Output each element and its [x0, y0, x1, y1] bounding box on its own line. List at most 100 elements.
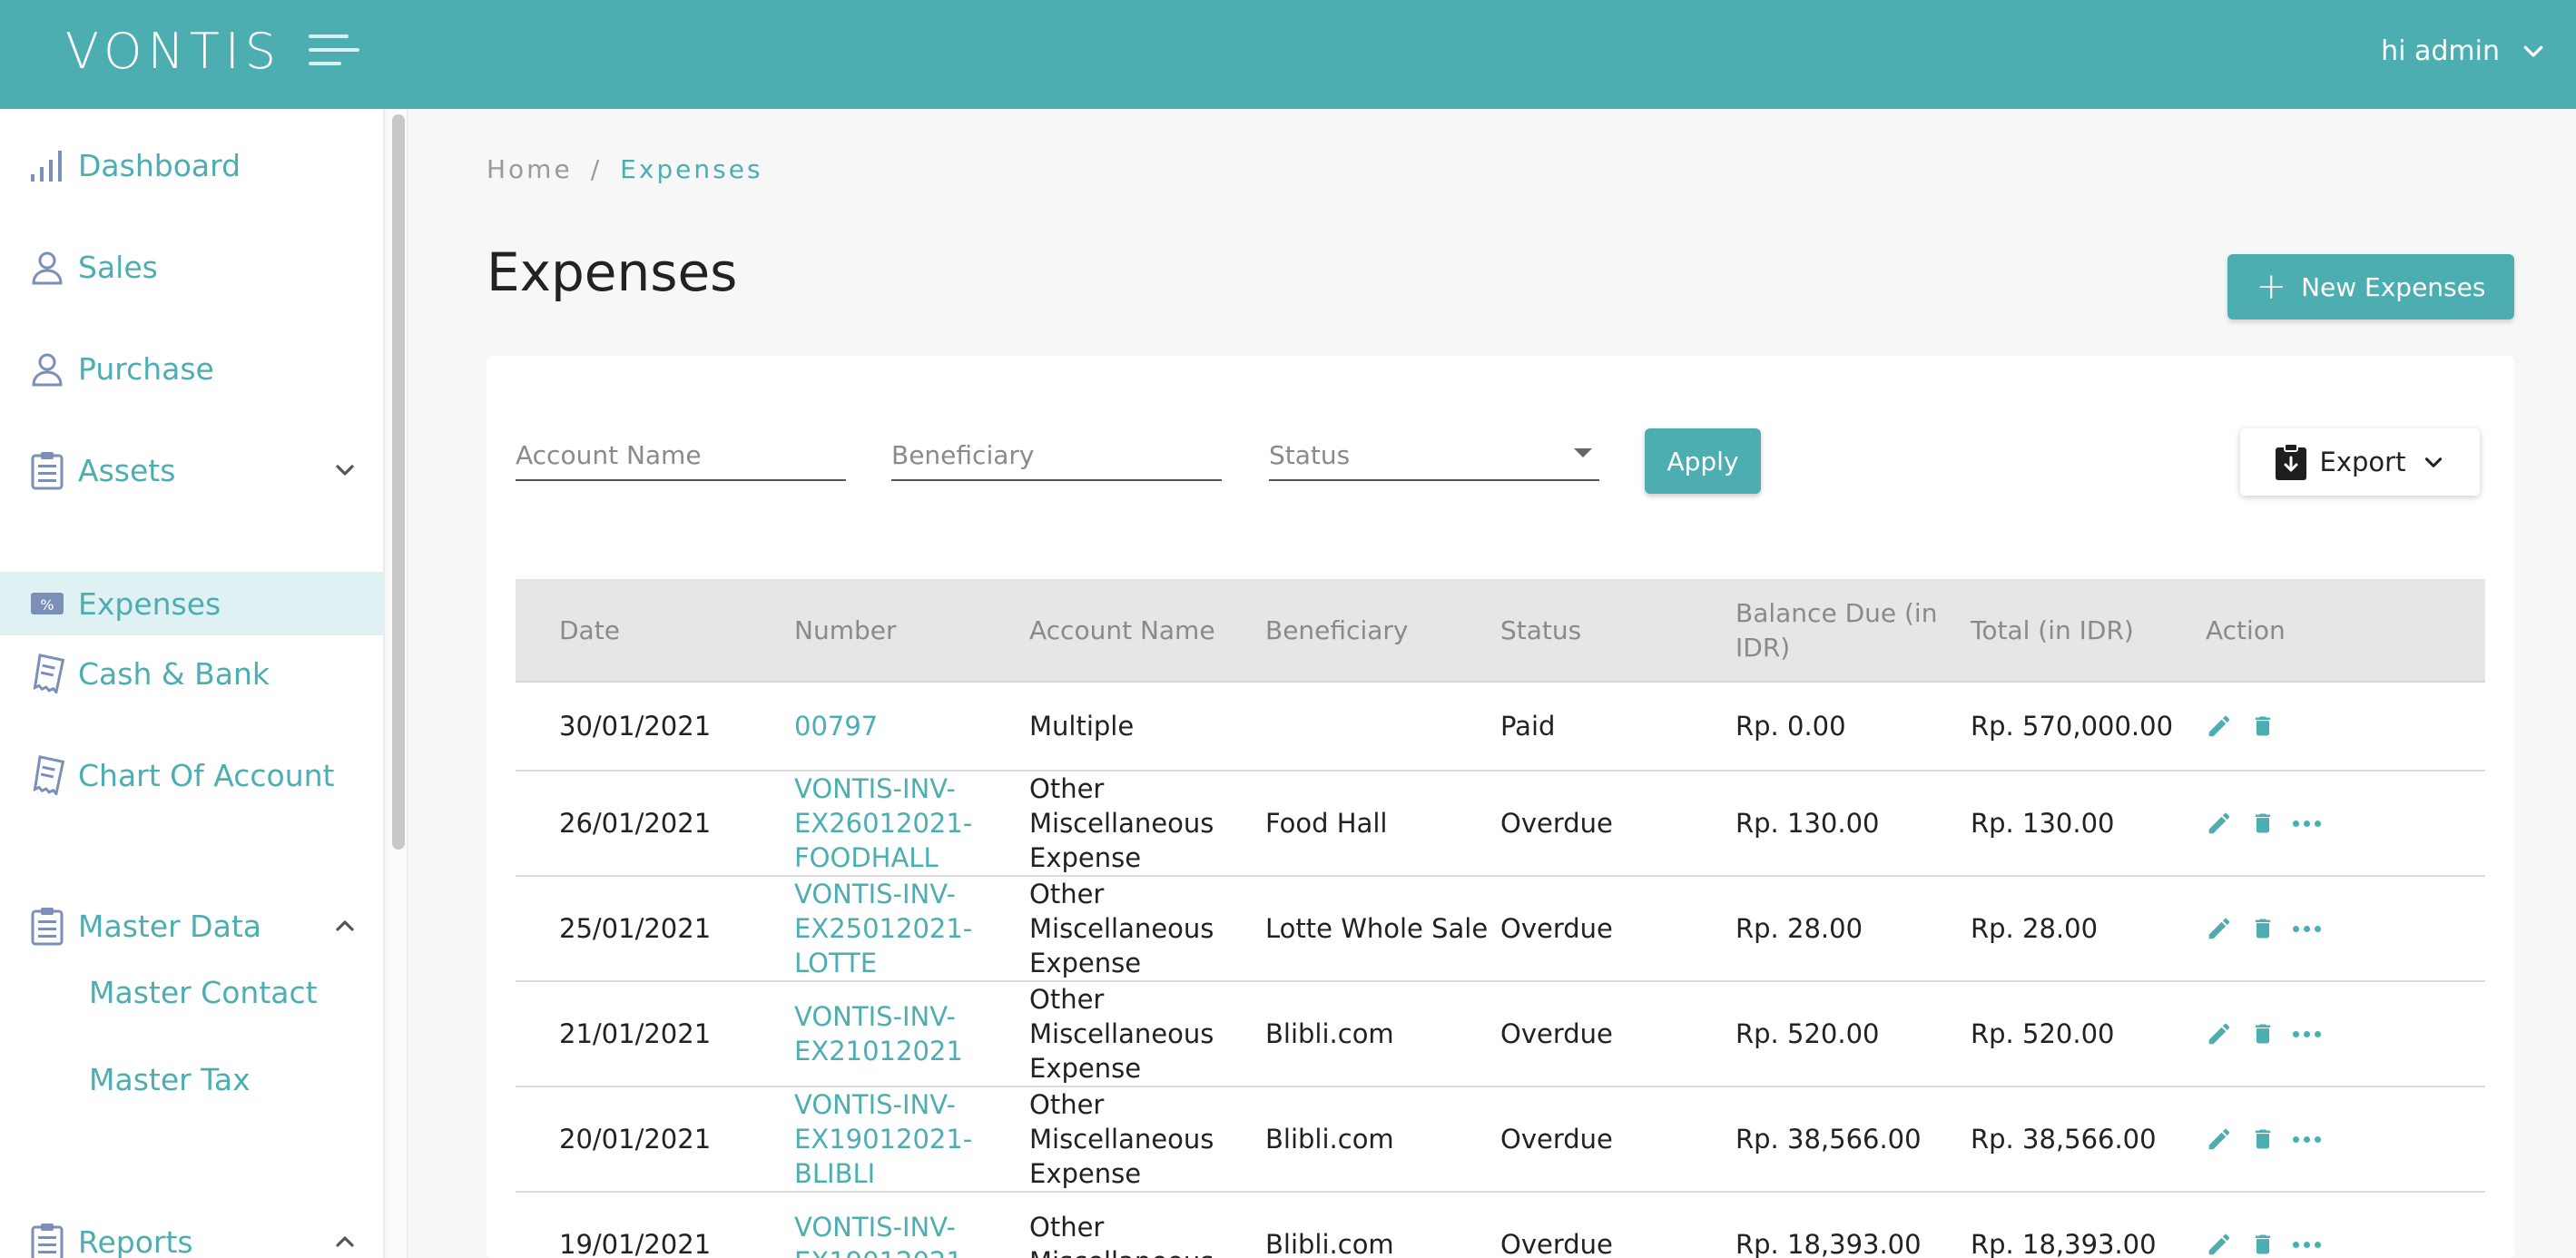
- column-header-total[interactable]: Total (in IDR): [1971, 579, 2134, 683]
- cell-date: 26/01/2021: [559, 808, 712, 839]
- beneficiary-placeholder: Beneficiary: [891, 439, 1035, 470]
- chevron-up-icon: [336, 1236, 354, 1247]
- cell-number[interactable]: 00797: [794, 683, 976, 770]
- menu-toggle-icon[interactable]: [309, 34, 359, 71]
- edit-icon[interactable]: [2206, 1229, 2233, 1258]
- cell-number[interactable]: VONTIS-INV-EX19012021-BLIBLI: [794, 1087, 976, 1191]
- table-row[interactable]: 19/01/2021 VONTIS-INV-EX19012021- Other Mi…: [516, 1193, 2485, 1258]
- cell-date: 30/01/2021: [559, 711, 712, 742]
- sidebar-scrollbar-thumb[interactable]: [392, 114, 405, 850]
- edit-icon[interactable]: [2206, 913, 2233, 944]
- chevron-up-icon: [336, 920, 354, 931]
- cell-beneficiary: [1265, 683, 1492, 770]
- user-menu[interactable]: hi admin: [2381, 31, 2547, 71]
- column-header-status[interactable]: Status: [1500, 579, 1581, 683]
- table-row[interactable]: 20/01/2021 VONTIS-INV-EX19012021-BLIBLI Ot…: [516, 1087, 2485, 1193]
- status-placeholder: Status: [1269, 439, 1351, 470]
- export-button[interactable]: Export: [2240, 428, 2480, 496]
- cell-account-name: Other Miscellaneous: [1029, 1212, 1214, 1258]
- row-actions: [2206, 1087, 2321, 1191]
- sidebar-item-sales[interactable]: Sales: [0, 231, 383, 303]
- breadcrumb-home[interactable]: Home: [487, 154, 573, 184]
- cell-beneficiary: Blibli.com: [1265, 1229, 1394, 1258]
- sidebar-item-purchase[interactable]: Purchase: [0, 332, 383, 405]
- column-header-beneficiary[interactable]: Beneficiary: [1265, 579, 1408, 683]
- sidebar-item-assets[interactable]: Assets: [0, 434, 383, 506]
- cell-status: Overdue: [1500, 808, 1613, 839]
- sidebar-item-expenses[interactable]: % Expenses: [0, 572, 383, 635]
- edit-icon[interactable]: [2206, 808, 2233, 839]
- cell-account-name: Other Miscellaneous Expense: [1029, 984, 1214, 1084]
- account-name-placeholder: Account Name: [516, 439, 702, 470]
- sidebar-item-label: Assets: [78, 452, 176, 488]
- cell-account-name: Multiple: [1029, 711, 1135, 742]
- sidebar-item-cash-bank[interactable]: Cash & Bank: [0, 637, 383, 710]
- column-header-date[interactable]: Date: [559, 579, 620, 683]
- table-row[interactable]: 25/01/2021 VONTIS-INV-EX25012021-LOTTE Oth…: [516, 877, 2485, 982]
- cell-balance-due: Rp. 18,393.00: [1735, 1229, 1922, 1258]
- delete-icon[interactable]: [2249, 808, 2276, 839]
- cell-number[interactable]: VONTIS-INV-EX21012021: [794, 982, 976, 1086]
- delete-icon[interactable]: [2249, 1229, 2276, 1258]
- sidebar-item-reports[interactable]: Reports: [0, 1205, 383, 1258]
- sidebar-item-master-data[interactable]: Master Data: [0, 889, 383, 962]
- sidebar-subitem-master-tax[interactable]: Master Tax: [89, 1062, 251, 1097]
- cell-balance-due: Rp. 28.00: [1735, 913, 1863, 944]
- cell-number[interactable]: VONTIS-INV-EX19012021-: [794, 1193, 976, 1258]
- clipboard-icon: [27, 1222, 67, 1258]
- column-header-number[interactable]: Number: [794, 579, 896, 683]
- status-select[interactable]: Status: [1269, 430, 1599, 481]
- more-options-icon[interactable]: [2293, 925, 2321, 932]
- user-icon: [27, 349, 67, 388]
- table-row[interactable]: 21/01/2021 VONTIS-INV-EX21012021 Other Mis…: [516, 982, 2485, 1087]
- page-title: Expenses: [487, 241, 738, 303]
- cell-account-name: Other Miscellaneous Expense: [1029, 1089, 1214, 1189]
- beneficiary-filter[interactable]: Beneficiary: [891, 430, 1222, 481]
- apply-button[interactable]: Apply: [1645, 428, 1761, 494]
- edit-icon[interactable]: [2206, 1018, 2233, 1049]
- cell-total: Rp. 130.00: [1971, 808, 2115, 839]
- user-icon: [27, 247, 67, 287]
- table-row[interactable]: 30/01/2021 00797 Multiple Paid Rp. 0.00 Rp. 5…: [516, 683, 2485, 772]
- cell-status: Overdue: [1500, 1018, 1613, 1049]
- dropdown-arrow-icon: [1574, 448, 1592, 457]
- cell-total: Rp. 18,393.00: [1971, 1229, 2157, 1258]
- column-header-action: Action: [2206, 615, 2286, 645]
- sidebar-item-label: Reports: [78, 1224, 193, 1258]
- column-header-balance-due[interactable]: Balance Due (in IDR): [1735, 579, 1953, 683]
- sidebar-item-label: Master Data: [78, 908, 261, 944]
- account-name-filter[interactable]: Account Name: [516, 430, 846, 481]
- chevron-down-icon: [2425, 457, 2443, 467]
- more-options-icon[interactable]: [2293, 820, 2321, 827]
- cell-number[interactable]: VONTIS-INV-EX25012021-LOTTE: [794, 877, 976, 980]
- sidebar-item-chart-of-account[interactable]: Chart Of Account: [0, 739, 383, 811]
- breadcrumb-separator: /: [590, 154, 603, 184]
- cell-beneficiary: Lotte Whole Sale: [1265, 913, 1489, 944]
- cell-number[interactable]: VONTIS-INV-EX26012021-FOODHALL: [794, 772, 976, 875]
- edit-icon[interactable]: [2206, 1124, 2233, 1155]
- chevron-down-icon: [336, 465, 354, 476]
- cell-date: 19/01/2021: [559, 1229, 712, 1258]
- new-expenses-label: New Expenses: [2301, 271, 2486, 302]
- cell-date: 21/01/2021: [559, 1018, 712, 1049]
- cell-balance-due: Rp. 0.00: [1735, 711, 1846, 742]
- row-actions: [2206, 982, 2321, 1086]
- tag-icon: %: [27, 584, 67, 624]
- delete-icon[interactable]: [2249, 913, 2276, 944]
- sidebar-subitem-master-contact[interactable]: Master Contact: [89, 975, 318, 1010]
- more-options-icon[interactable]: [2293, 1030, 2321, 1037]
- sidebar-item-label: Cash & Bank: [78, 655, 270, 692]
- delete-icon[interactable]: [2249, 1018, 2276, 1049]
- breadcrumb-current: Expenses: [620, 154, 763, 184]
- sidebar-item-dashboard[interactable]: Dashboard: [0, 129, 383, 201]
- app-logo[interactable]: VONTIS: [65, 22, 281, 82]
- edit-icon[interactable]: [2206, 711, 2233, 742]
- delete-icon[interactable]: [2249, 711, 2276, 742]
- more-options-icon[interactable]: [2293, 1135, 2321, 1143]
- more-options-icon[interactable]: [2293, 1241, 2321, 1248]
- table-header: Date Number Account Name Beneficiary Sta…: [516, 579, 2485, 683]
- new-expenses-button[interactable]: + New Expenses: [2227, 254, 2514, 319]
- delete-icon[interactable]: [2249, 1124, 2276, 1155]
- column-header-account-name[interactable]: Account Name: [1029, 579, 1215, 683]
- table-row[interactable]: 26/01/2021 VONTIS-INV-EX26012021-FOODHALL…: [516, 772, 2485, 877]
